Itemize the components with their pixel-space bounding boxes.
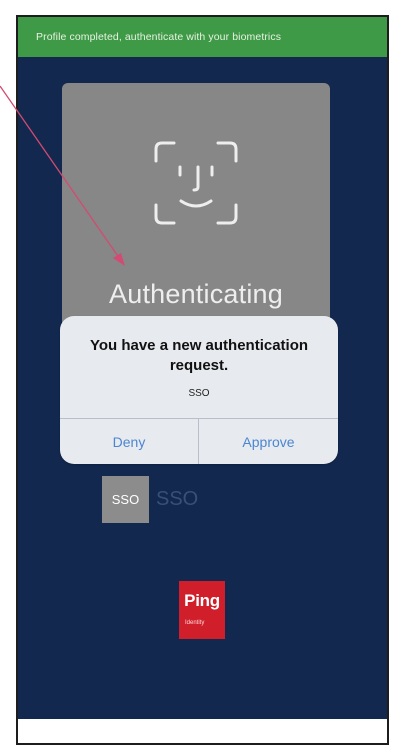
logo-subtext: Identity: [185, 620, 205, 626]
status-banner: Profile completed, authenticate with you…: [18, 17, 387, 57]
face-id-icon: [154, 141, 238, 225]
app-entry: SSO SSO: [102, 474, 198, 524]
logo-word: Ping: [184, 591, 220, 610]
deny-button[interactable]: Deny: [60, 419, 198, 464]
phone-screen: Profile completed, authenticate with you…: [16, 15, 389, 745]
approve-button[interactable]: Approve: [199, 419, 338, 464]
app-tile: SSO: [102, 475, 149, 523]
banner-text: Profile completed, authenticate with you…: [36, 31, 282, 43]
auth-card: Authenticating: [62, 83, 330, 343]
authenticating-label: Authenticating: [109, 279, 283, 309]
ping-identity-logo: Ping Identity: [179, 581, 225, 639]
phone-bottom-bar: [18, 719, 387, 743]
app-name: SSO: [156, 487, 199, 510]
alert-message: SSO: [188, 388, 210, 399]
auth-request-alert: You have a new authentication request. S…: [60, 316, 338, 464]
alert-title: You have a new authentication request.: [89, 337, 309, 374]
